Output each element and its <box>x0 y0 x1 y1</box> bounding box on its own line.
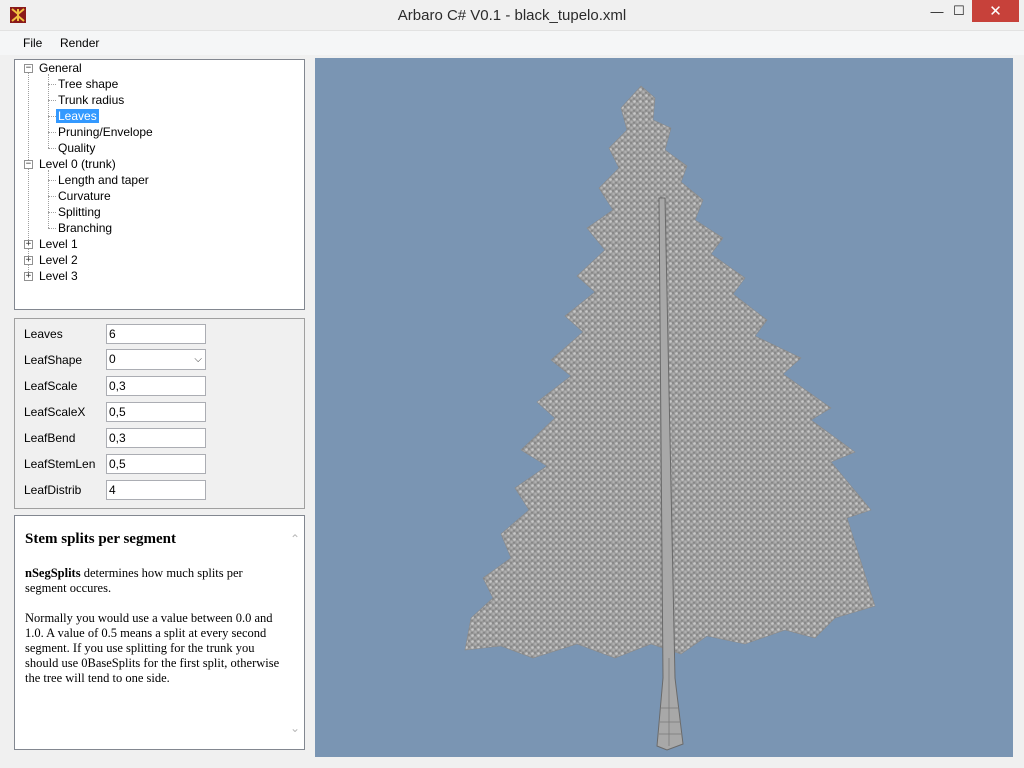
menu-bar: File Render <box>0 31 1024 55</box>
help-paragraph-1: nSegSplits determines how much splits pe… <box>25 566 285 596</box>
tree-guide-line <box>48 180 56 181</box>
expand-level3-icon[interactable]: + <box>24 272 33 281</box>
collapse-level0-icon[interactable]: − <box>24 160 33 169</box>
tree-guide-line <box>48 212 56 213</box>
leaf-scale-x-input[interactable]: 0,5 <box>106 402 206 422</box>
leaf-distrib-label: LeafDistrib <box>24 483 82 497</box>
leaf-distrib-input[interactable]: 4 <box>106 480 206 500</box>
leaves-label: Leaves <box>24 327 63 341</box>
help-panel[interactable]: Stem splits per segment nSegSplits deter… <box>14 515 305 750</box>
tree-guide-line <box>48 116 56 117</box>
leaf-scale-label: LeafScale <box>24 379 78 393</box>
tree-node-leaves[interactable]: Leaves <box>56 108 99 124</box>
leaf-shape-select[interactable]: 0 ⌵ <box>106 349 206 370</box>
parameter-tree[interactable]: − General Tree shape Trunk radius Leaves… <box>14 59 305 310</box>
scroll-down-icon[interactable]: ⌄ <box>290 721 300 735</box>
scroll-up-icon[interactable]: ⌃ <box>290 532 300 546</box>
tree-node-tree-shape[interactable]: Tree shape <box>56 76 120 92</box>
leaves-input[interactable]: 6 <box>106 324 206 344</box>
menu-file[interactable]: File <box>23 36 42 50</box>
tree-node-length-taper[interactable]: Length and taper <box>56 172 151 188</box>
help-content: Stem splits per segment nSegSplits deter… <box>25 532 285 701</box>
properties-panel: Leaves 6 LeafShape 0 ⌵ LeafScale 0,3 Lea… <box>14 318 305 509</box>
tree-node-level0[interactable]: Level 0 (trunk) <box>37 156 118 172</box>
help-paragraph-2: Normally you would use a value between 0… <box>25 611 280 685</box>
tree-node-level2[interactable]: Level 2 <box>37 252 80 268</box>
tree-node-trunk-radius[interactable]: Trunk radius <box>56 92 126 108</box>
leaf-bend-label: LeafBend <box>24 431 76 445</box>
collapse-general-icon[interactable]: − <box>24 64 33 73</box>
leaf-stem-len-input[interactable]: 0,5 <box>106 454 206 474</box>
leaf-shape-value: 0 <box>109 352 116 366</box>
tree-guide-line <box>48 100 56 101</box>
tree-node-pruning-envelope[interactable]: Pruning/Envelope <box>56 124 155 140</box>
tree-guide-line <box>48 148 56 149</box>
tree-guide-line <box>48 228 56 229</box>
tree-render-image <box>464 85 876 751</box>
close-button[interactable]: ✕ <box>972 0 1019 22</box>
expand-level2-icon[interactable]: + <box>24 256 33 265</box>
tree-node-quality[interactable]: Quality <box>56 140 97 156</box>
maximize-button[interactable]: ☐ <box>944 0 974 22</box>
leaf-bend-input[interactable]: 0,3 <box>106 428 206 448</box>
window-title: Arbaro C# V0.1 - black_tupelo.xml <box>397 7 627 24</box>
tree-node-level3[interactable]: Level 3 <box>37 268 80 284</box>
tree-node-level1[interactable]: Level 1 <box>37 236 80 252</box>
help-term: nSegSplits <box>25 566 81 580</box>
help-title: Stem splits per segment <box>25 531 176 547</box>
expand-level1-icon[interactable]: + <box>24 240 33 249</box>
tree-render-viewport[interactable] <box>315 58 1013 757</box>
chevron-down-icon: ⌵ <box>194 354 202 365</box>
leaf-scale-x-label: LeafScaleX <box>24 405 86 419</box>
title-bar: Arbaro C# V0.1 - black_tupelo.xml — ☐ ✕ <box>0 0 1024 31</box>
tree-node-splitting[interactable]: Splitting <box>56 204 103 220</box>
leaf-stem-len-label: LeafStemLen <box>24 457 96 471</box>
tree-node-branching[interactable]: Branching <box>56 220 114 236</box>
tree-guide-line <box>48 84 56 85</box>
leaf-scale-input[interactable]: 0,3 <box>106 376 206 396</box>
tree-guide-line <box>48 132 56 133</box>
tree-guide-line <box>48 196 56 197</box>
tree-node-curvature[interactable]: Curvature <box>56 188 113 204</box>
tree-guide-line <box>48 74 49 148</box>
tree-node-general[interactable]: General <box>37 60 84 76</box>
tree-guide-line <box>48 170 49 228</box>
leaf-shape-label: LeafShape <box>24 353 83 367</box>
menu-render[interactable]: Render <box>60 36 99 50</box>
